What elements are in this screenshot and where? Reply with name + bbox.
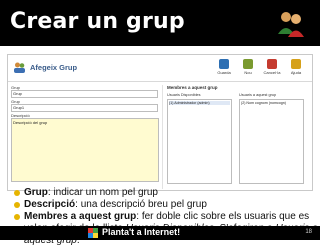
help-button[interactable]: Ajuda bbox=[286, 59, 306, 79]
list-item: Grup: indicar un nom pel grup bbox=[14, 187, 318, 199]
footer-logo bbox=[88, 228, 98, 238]
bullet-icon bbox=[14, 190, 20, 196]
selected-users-label: Usuaris a aquest grup bbox=[239, 93, 277, 97]
members-pane: Membres a aquest grup Usuaris Disponible… bbox=[162, 85, 311, 189]
bullet-icon bbox=[14, 214, 20, 220]
group-details-pane: Grup Grup Grup Grup1 Descripció Descripc… bbox=[11, 85, 159, 189]
save-button-label: Guarda bbox=[217, 70, 231, 75]
bullet-text: : una descripció breu pel grup bbox=[75, 199, 207, 210]
help-button-label: Ajuda bbox=[290, 70, 302, 75]
selected-users-list[interactable]: (2) Nom cognom (nomcogn) bbox=[239, 99, 304, 184]
new-button[interactable]: Nou bbox=[238, 59, 258, 79]
footer-text: Planta't a Internet! bbox=[102, 227, 181, 237]
users-icon bbox=[278, 12, 304, 37]
cancel-button-label: Cancel·la bbox=[263, 70, 281, 75]
screenshot-header: Afegeix Grup Guarda Nou Cancel·la Ajuda bbox=[8, 55, 312, 82]
title-bar: Crear un grup bbox=[0, 0, 320, 46]
page-number: 18 bbox=[305, 229, 312, 235]
help-icon bbox=[291, 59, 301, 69]
group-field[interactable]: Grup bbox=[11, 90, 158, 98]
bullet-term: Membres a aquest grup bbox=[24, 211, 137, 222]
new-icon bbox=[243, 59, 253, 69]
bullet-icon bbox=[14, 202, 20, 208]
list-item[interactable]: (2) Nom cognom (nomcogn) bbox=[241, 101, 286, 105]
cancel-icon bbox=[267, 59, 277, 69]
slide-title: Crear un grup bbox=[10, 9, 185, 34]
group-form-screenshot: Afegeix Grup Guarda Nou Cancel·la Ajuda … bbox=[7, 54, 313, 191]
new-button-label: Nou bbox=[244, 70, 252, 75]
group-app-icon bbox=[14, 62, 25, 73]
available-users-list[interactable]: (1) Administrador (admin) bbox=[167, 99, 232, 184]
available-users-label: Usuaris Disponibles bbox=[167, 93, 201, 97]
bullet-term: Descripció bbox=[24, 199, 76, 210]
save-icon bbox=[219, 59, 229, 69]
list-item: Descripció: una descripció breu pel grup bbox=[14, 199, 318, 211]
bullet-text: : indicar un nom pel grup bbox=[47, 187, 158, 198]
list-item[interactable]: (1) Administrador (admin) bbox=[169, 101, 230, 105]
bullet-term: Grup bbox=[24, 187, 48, 198]
description-textarea[interactable]: Descripció del grup bbox=[11, 118, 159, 182]
footer: Planta't a Internet! 18 bbox=[0, 226, 320, 240]
save-button[interactable]: Guarda bbox=[214, 59, 234, 79]
screenshot-title: Afegeix Grup bbox=[30, 63, 78, 72]
cancel-button[interactable]: Cancel·la bbox=[262, 59, 282, 79]
members-header: Membres a aquest grup bbox=[167, 85, 218, 90]
name-field[interactable]: Grup1 bbox=[11, 104, 158, 112]
